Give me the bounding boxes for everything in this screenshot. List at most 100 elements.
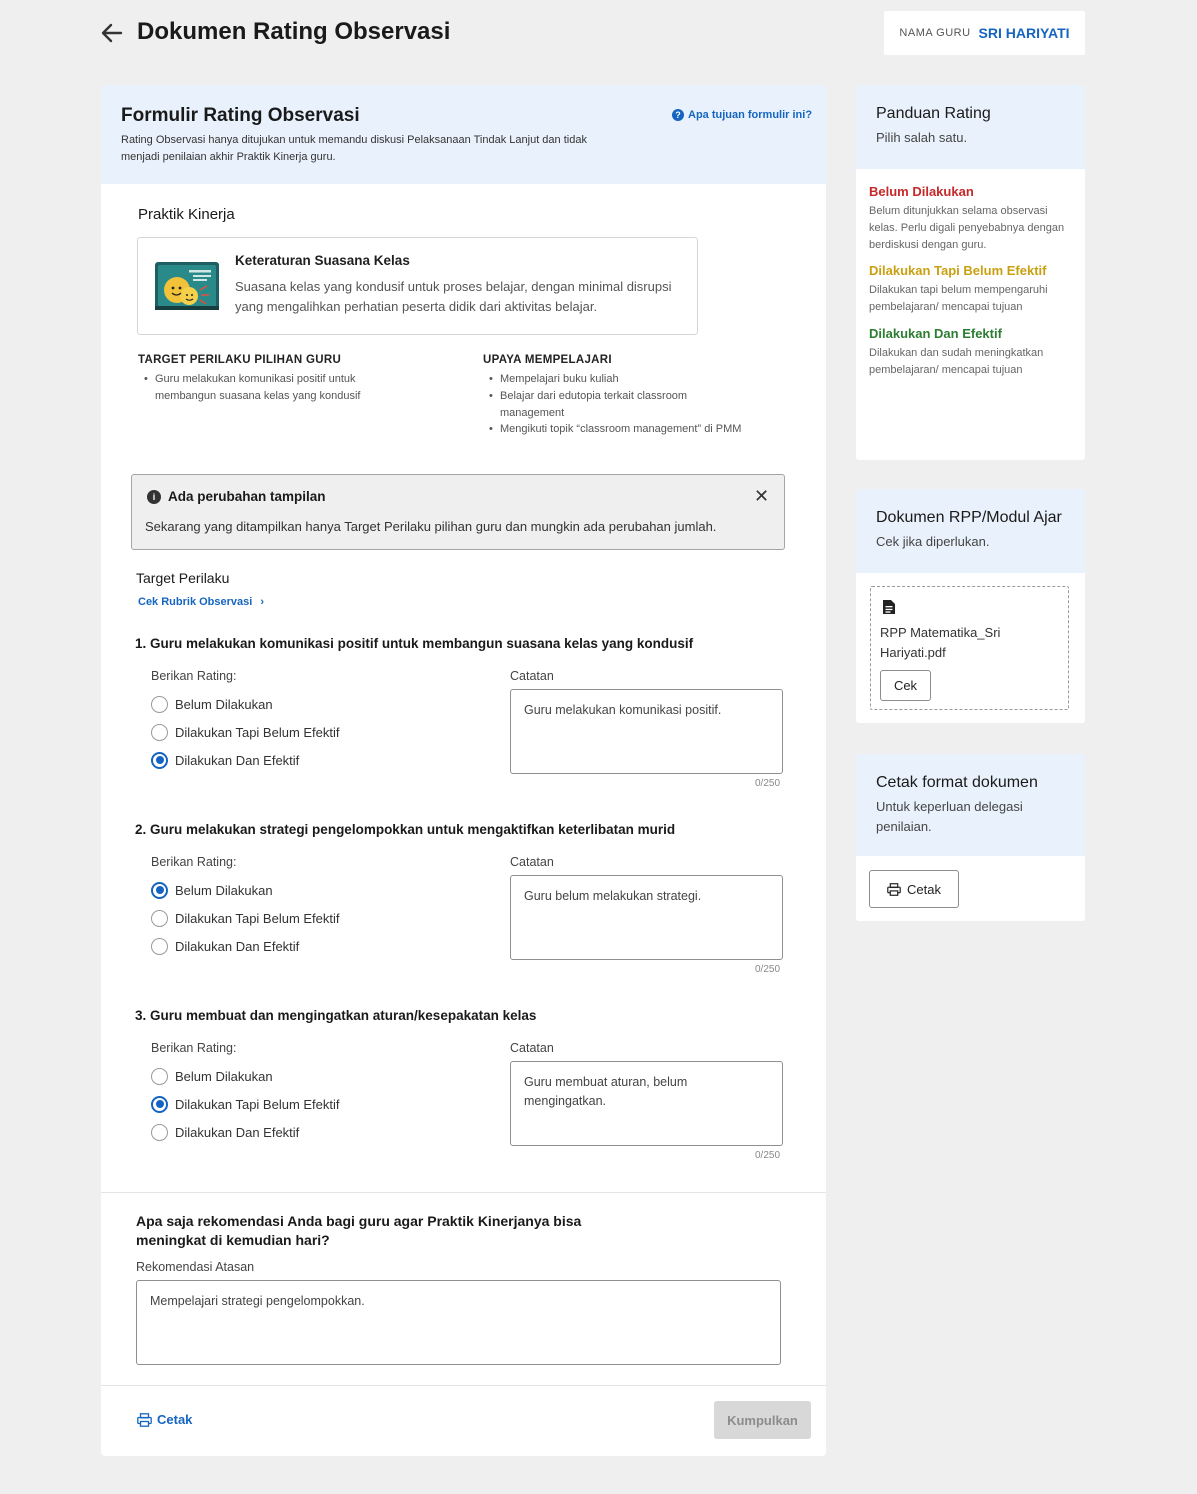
radio-button[interactable] [151,723,168,741]
target-list: Guru melakukan komunikasi positif untuk … [138,371,398,405]
divider [101,1385,826,1386]
option-label: Belum Dilakukan [175,696,273,712]
close-icon[interactable]: ✕ [754,487,769,505]
guide-item: Dilakukan Dan Efektif Dilakukan dan suda… [869,326,1072,379]
form-description: Rating Observasi hanya ditujukan untuk m… [121,134,587,163]
notes-textarea[interactable]: Guru membuat aturan, belum mengingatkan. [510,1061,783,1146]
printer-icon [887,882,901,896]
recommendation-label: Rekomendasi Atasan [136,1260,255,1274]
help-link[interactable]: ? Apa tujuan formulir ini? [672,109,812,121]
print-header: Cetak format dokumen Untuk keperluan del… [856,754,1085,856]
guide-item: Belum Dilakukan Belum ditunjukkan selama… [869,184,1072,253]
practice-description: Suasana kelas yang kondusif untuk proses… [235,279,672,314]
option-label: Belum Dilakukan [175,1068,273,1084]
rating-options: Belum Dilakukan Dilakukan Tapi Belum Efe… [151,1066,340,1142]
question-3: 3. Guru membuat dan mengingatkan aturan/… [101,1008,826,1168]
radio-button-selected[interactable] [151,751,168,769]
guide-item-title: Belum Dilakukan [869,184,974,199]
print-link[interactable]: Cetak [137,1412,192,1427]
rating-option[interactable]: Dilakukan Dan Efektif [151,936,340,956]
rating-option[interactable]: Belum Dilakukan [151,694,340,714]
rating-label: Berikan Rating: [151,855,237,869]
char-counter: 0/250 [755,964,781,975]
notes-textarea[interactable]: Guru belum melakukan strategi. [510,875,783,960]
rating-guide-card: Panduan Rating Pilih salah satu. Belum D… [856,85,1085,460]
radio-button-selected[interactable] [151,881,168,899]
guide-subtitle: Pilih salah satu. [876,130,968,145]
option-label: Dilakukan Dan Efektif [175,938,300,954]
practice-name: Keteraturan Suasana Kelas [235,253,410,268]
rating-option[interactable]: Belum Dilakukan [151,880,340,900]
effort-list: Mempelajari buku kuliah Belajar dari edu… [483,371,748,438]
guide-item-desc: Dilakukan dan sudah meningkatkan pembela… [869,346,1044,376]
page-title: Dokumen Rating Observasi [137,18,451,45]
printer-icon [137,1412,152,1427]
section-title: Praktik Kinerja [138,206,235,223]
radio-button[interactable] [151,695,168,713]
question-title: 2. Guru melakukan strategi pengelompokka… [135,822,676,837]
notes-label: Catatan [510,855,554,869]
rating-options: Belum Dilakukan Dilakukan Tapi Belum Efe… [151,880,340,956]
info-icon: i [147,490,161,504]
question-title: 1. Guru melakukan komunikasi positif unt… [135,636,694,651]
rating-option[interactable]: Dilakukan Tapi Belum Efektif [151,722,340,742]
chevron-right-icon: › [260,596,265,608]
form-header: Formulir Rating Observasi Rating Observa… [101,85,826,184]
notice-body: Sekarang yang ditampilkan hanya Target P… [145,519,717,534]
target-heading: TARGET PERILAKU PILIHAN GURU [138,354,342,366]
list-item: Mengikuti topik “classroom management” d… [483,421,748,438]
file-name: RPP Matematika_Sri Hariyati.pdf [880,625,1001,660]
option-label: Dilakukan Tapi Belum Efektif [175,724,340,740]
rubric-link[interactable]: Cek Rubrik Observasi › [138,596,264,608]
print-button[interactable]: Cetak [869,870,959,908]
form-title: Formulir Rating Observasi [121,105,360,126]
back-arrow-icon[interactable] [99,20,125,46]
rating-option[interactable]: Dilakukan Tapi Belum Efektif [151,1094,340,1114]
radio-button[interactable] [151,909,168,927]
effort-heading: UPAYA MEMPELAJARI [483,354,612,366]
radio-button[interactable] [151,1123,168,1141]
rating-label: Berikan Rating: [151,1041,237,1055]
guide-item-desc: Dilakukan tapi belum mempengaruhi pembel… [869,284,1048,314]
rpp-title: Dokumen RPP/Modul Ajar [876,509,1062,526]
question-circle-icon: ? [672,109,684,121]
guide-list: Belum Dilakukan Belum ditunjukkan selama… [856,169,1085,379]
radio-button[interactable] [151,937,168,955]
guide-item-desc: Belum ditunjukkan selama observasi kelas… [869,205,1065,251]
print-link-label: Cetak [157,1412,193,1427]
question-2: 2. Guru melakukan strategi pengelompokka… [101,822,826,982]
rating-option[interactable]: Belum Dilakukan [151,1066,340,1086]
check-file-button[interactable]: Cek [880,670,931,701]
notes-textarea[interactable]: Guru melakukan komunikasi positif. [510,689,783,774]
rpp-header: Dokumen RPP/Modul Ajar Cek jika diperluk… [856,489,1085,573]
radio-button-selected[interactable] [151,1095,168,1113]
notice-banner: i Ada perubahan tampilan ✕ Sekarang yang… [131,474,785,550]
guide-item: Dilakukan Tapi Belum Efektif Dilakukan t… [869,263,1072,316]
recommendation-question: Apa saja rekomendasi Anda bagi guru agar… [136,1213,582,1248]
guide-header: Panduan Rating Pilih salah satu. [856,85,1085,169]
practice-card: Keteraturan Suasana Kelas Suasana kelas … [137,237,698,335]
option-label: Belum Dilakukan [175,882,273,898]
teacher-info: NAMA GURU SRI HARIYATI [884,11,1085,55]
classroom-illustration-icon [155,262,219,310]
rubric-link-label: Cek Rubrik Observasi [138,596,253,608]
rating-label: Berikan Rating: [151,669,237,683]
teacher-label: NAMA GURU [899,27,971,39]
document-icon [883,600,895,614]
rating-option[interactable]: Dilakukan Dan Efektif [151,750,340,770]
teacher-name: SRI HARIYATI [978,25,1070,41]
option-label: Dilakukan Dan Efektif [175,1124,300,1140]
rating-option[interactable]: Dilakukan Tapi Belum Efektif [151,908,340,928]
rpp-document-card: Dokumen RPP/Modul Ajar Cek jika diperluk… [856,489,1085,723]
guide-item-title: Dilakukan Tapi Belum Efektif [869,263,1047,279]
question-1: 1. Guru melakukan komunikasi positif unt… [101,636,826,796]
rating-option[interactable]: Dilakukan Dan Efektif [151,1122,340,1142]
char-counter: 0/250 [755,778,781,789]
submit-button[interactable]: Kumpulkan [714,1401,811,1439]
radio-button[interactable] [151,1067,168,1085]
recommendation-textarea[interactable]: Mempelajari strategi pengelompokkan. [136,1280,781,1365]
question-title: 3. Guru membuat dan mengingatkan aturan/… [135,1008,537,1023]
option-label: Dilakukan Tapi Belum Efektif [175,1096,340,1112]
guide-title: Panduan Rating [876,105,991,122]
notes-label: Catatan [510,1041,554,1055]
